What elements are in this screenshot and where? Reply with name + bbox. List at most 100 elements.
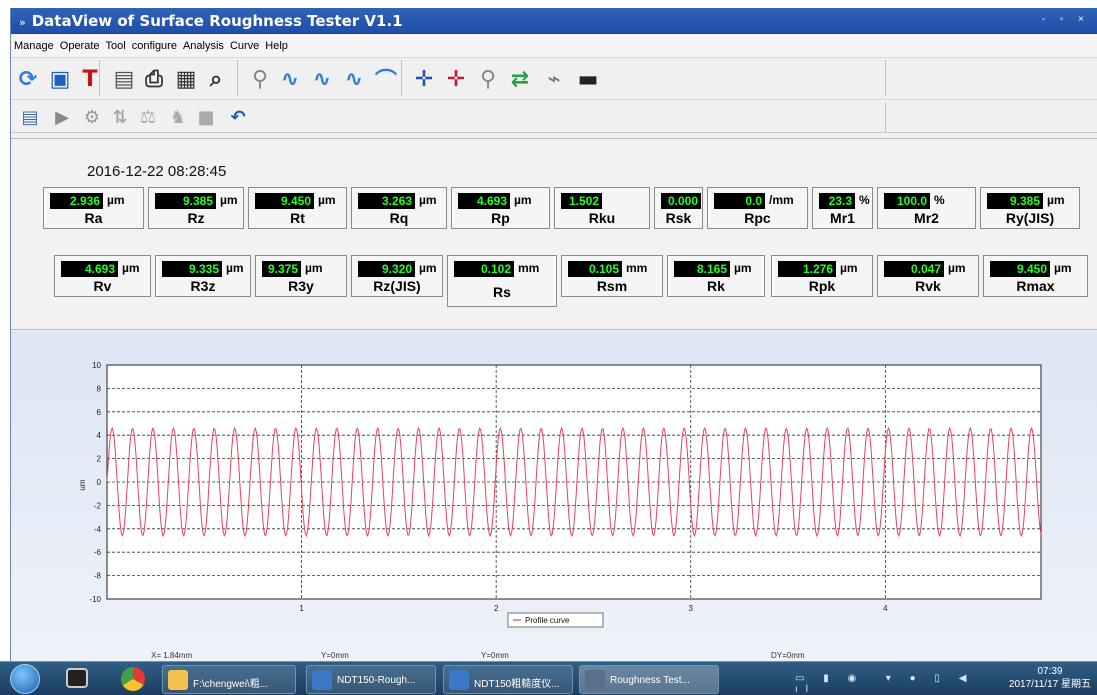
param-unit: µm bbox=[948, 261, 966, 275]
p-curve-icon[interactable]: ∿ bbox=[277, 66, 303, 92]
save-icon[interactable]: ▣ bbox=[47, 66, 73, 92]
param-unit: µm bbox=[514, 193, 532, 207]
cursor-readout: Y=0mm bbox=[321, 651, 349, 660]
profile-chart[interactable]: 1086420-2-4-6-8-101234mmumProfile curveX… bbox=[11, 331, 1097, 661]
print-setup-icon[interactable]: ▦ bbox=[173, 66, 199, 92]
taskbar-button-label: Roughness Test... bbox=[610, 675, 690, 686]
print-icon[interactable]: ⎙ bbox=[141, 66, 167, 92]
menu-configure[interactable]: configure bbox=[129, 35, 180, 52]
param-mr1: 23.3% Mr1 bbox=[812, 187, 873, 229]
taskbar-button[interactable]: Roughness Test... bbox=[579, 665, 719, 694]
y-tick-label: -2 bbox=[94, 501, 102, 510]
main-toolbar: ⟳ ▣ T ▤ ⎙ ▦ ⌕ ⚲ ∿ ∿ ∿ ⌒ ✛ ✛ ⚲ ⇄ ⌁ ▬ bbox=[11, 57, 1097, 99]
y-tick-label: 0 bbox=[97, 478, 102, 487]
param-value: 3.263 bbox=[358, 193, 415, 209]
taskbar-button[interactable]: NDT150粗糙度仪... bbox=[443, 665, 573, 694]
param-rz: 9.385 µm Rz bbox=[148, 187, 244, 229]
menu-operate[interactable]: Operate bbox=[57, 35, 103, 52]
tray-icons[interactable]: ▭ ▮ ◉ ▾ ● ▯ ◀ ıl bbox=[795, 673, 995, 695]
sensor-icon[interactable]: ♞ bbox=[165, 104, 191, 130]
app-window: » DataView of Surface Roughness Tester V1… bbox=[10, 8, 1097, 661]
balance-icon[interactable]: ⚖ bbox=[135, 104, 161, 130]
param-rq: 3.263 µm Rq bbox=[351, 187, 447, 229]
param-unit: µm bbox=[734, 261, 752, 275]
wrench-icon[interactable]: ⚲ bbox=[247, 66, 273, 92]
calibrate-icon[interactable]: ⚙ bbox=[79, 104, 105, 130]
refresh-icon[interactable]: ⇄ bbox=[507, 66, 533, 92]
menu-tool[interactable]: Tool bbox=[103, 35, 129, 52]
y-axis-label: um bbox=[78, 479, 87, 490]
stop-icon[interactable]: ■ bbox=[193, 104, 219, 130]
param-value: 4.693 bbox=[458, 193, 510, 209]
param-value: 0.000 bbox=[661, 193, 701, 209]
open-icon[interactable]: ⟳ bbox=[15, 66, 41, 92]
param-name: Rmax bbox=[1016, 278, 1055, 294]
r-curve-icon[interactable]: ∿ bbox=[309, 66, 335, 92]
param-unit: µm bbox=[107, 193, 125, 207]
param-name: Rq bbox=[389, 210, 409, 226]
param-value: 0.0 bbox=[714, 193, 765, 209]
crosshair-red-icon[interactable]: ✛ bbox=[443, 66, 469, 92]
menu-curve[interactable]: Curve bbox=[227, 35, 262, 52]
menu-bar: Manage Operate Tool configure Analysis Curve H… bbox=[11, 35, 1097, 57]
param-rsm: 0.105 mm Rsm bbox=[561, 255, 663, 297]
toolbar-separator bbox=[885, 60, 886, 96]
toolbar-separator bbox=[885, 102, 886, 132]
param-value: 8.165 bbox=[674, 261, 730, 277]
menu-manage[interactable]: Manage bbox=[11, 35, 57, 52]
menu-help[interactable]: Help bbox=[262, 35, 291, 52]
param-value: 9.320 bbox=[358, 261, 415, 277]
word-document-icon bbox=[312, 670, 332, 690]
cursor-readout: DY=0mm bbox=[771, 651, 805, 660]
preview-icon[interactable]: ⌕ bbox=[203, 66, 229, 92]
play-icon[interactable]: ▶ bbox=[49, 104, 75, 130]
system-menu-icon[interactable]: » bbox=[19, 16, 26, 29]
title-bar[interactable]: » DataView of Surface Roughness Tester V1… bbox=[11, 8, 1097, 34]
window-controls[interactable]: - ▫ × bbox=[1042, 14, 1090, 25]
undo-icon[interactable]: ↶ bbox=[225, 104, 251, 130]
system-clock[interactable]: 07:39 2017/11/17 星期五 bbox=[1009, 665, 1091, 691]
param-rku: 1.502 Rku bbox=[554, 187, 650, 229]
param-value: 2.936 bbox=[50, 193, 103, 209]
y-tick-label: 8 bbox=[97, 384, 102, 393]
tp-curve-icon[interactable]: ⌒ bbox=[373, 66, 399, 94]
param-r3z: 9.335 µm R3z bbox=[155, 255, 251, 297]
scope-icon[interactable]: ▬ bbox=[575, 66, 601, 92]
crosshair-icon[interactable]: ✛ bbox=[411, 66, 437, 92]
chart-legend[interactable]: Profile curve bbox=[507, 612, 604, 628]
param-name: Rvk bbox=[915, 278, 941, 294]
zoom-icon[interactable]: ⚲ bbox=[475, 66, 501, 92]
param-name: Rsm bbox=[596, 278, 628, 294]
param-value: 100.0 bbox=[884, 193, 930, 209]
browser-icon[interactable] bbox=[121, 667, 145, 691]
param-value: 9.335 bbox=[162, 261, 222, 277]
param-value: 0.047 bbox=[884, 261, 944, 277]
taskbar-button[interactable]: NDT150-Rough... bbox=[306, 665, 436, 694]
param-ryjis: 9.385 µm Ry(JIS) bbox=[980, 187, 1080, 229]
pr-curve-icon[interactable]: ∿ bbox=[341, 66, 367, 92]
param-name: Rt bbox=[290, 210, 305, 226]
param-rsk: 0.000 Rsk bbox=[654, 187, 703, 229]
taskbar-button-label: NDT150粗糙度仪... bbox=[474, 679, 560, 690]
param-ra: 2.936 µm Ra bbox=[43, 187, 144, 229]
param-rzjis: 9.320 µm Rz(JIS) bbox=[351, 255, 443, 297]
graph-icon[interactable]: ⌁ bbox=[541, 66, 567, 92]
taskbar-button[interactable]: F:\chengwei\粗... bbox=[162, 665, 296, 694]
param-unit: µm bbox=[305, 261, 323, 275]
measure-icon[interactable]: ▤ bbox=[17, 104, 43, 130]
param-mr2: 100.0% Mr2 bbox=[877, 187, 976, 229]
param-rpc: 0.0/mm Rpc bbox=[707, 187, 808, 229]
param-rv: 4.693 µm Rv bbox=[54, 255, 151, 297]
start-button[interactable] bbox=[10, 664, 40, 694]
param-value: 0.102 bbox=[454, 261, 514, 277]
y-tick-label: -8 bbox=[94, 572, 102, 581]
param-unit: mm bbox=[626, 261, 648, 275]
param-name: Rs bbox=[493, 284, 511, 300]
param-value: 23.3 bbox=[819, 193, 855, 209]
range-icon[interactable]: ⇅ bbox=[107, 104, 133, 130]
camera-icon[interactable] bbox=[66, 668, 88, 688]
menu-analysis[interactable]: Analysis bbox=[180, 35, 227, 52]
taskbar-button-label: NDT150-Rough... bbox=[337, 675, 416, 686]
y-tick-label: -4 bbox=[94, 525, 102, 534]
files-icon[interactable]: ▤ bbox=[111, 66, 137, 92]
